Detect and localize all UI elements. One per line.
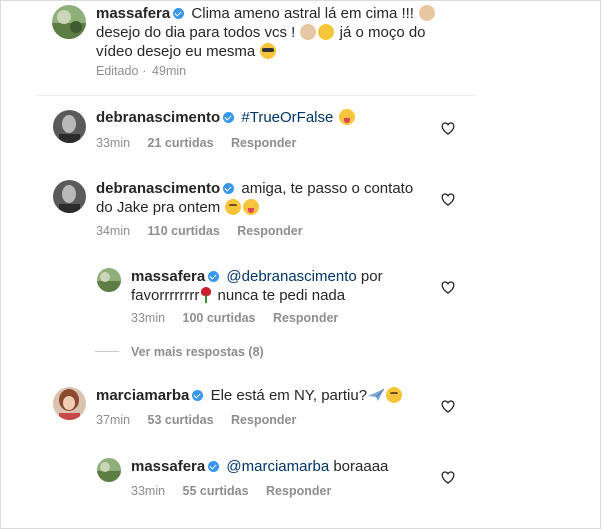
heart-outline-icon[interactable] [441, 281, 455, 294]
comment-username[interactable]: marciamarba [96, 387, 189, 404]
comment-time[interactable]: 33min [131, 484, 165, 498]
caption-line-2a: desejo do dia para todos vcs ! [96, 24, 296, 41]
heart-outline-icon[interactable] [441, 122, 455, 135]
smile-emoji-icon [318, 24, 335, 40]
comment-text-line-1: amiga, te passo o contato [241, 180, 414, 197]
avatar[interactable] [53, 180, 86, 213]
comment-text: Ele está em NY, partiu? [210, 387, 368, 404]
verified-badge-icon [223, 183, 235, 194]
comment-likes[interactable]: 21 curtidas [148, 136, 214, 150]
edited-label: Editado [96, 64, 139, 78]
reply-button[interactable]: Responder [231, 136, 296, 150]
reply-2: massafera @marciamarba boraaaa [131, 457, 431, 476]
comment-3: marciamarba Ele está em NY, partiu? [96, 386, 436, 405]
comment-username[interactable]: debranascimento [96, 180, 220, 197]
avatar[interactable] [53, 110, 86, 143]
comment-username[interactable]: massafera [131, 268, 205, 285]
heart-outline-icon[interactable] [441, 471, 455, 484]
avatar[interactable] [53, 387, 86, 420]
caption-line-1: Clima ameno astral lá em cima !!! [191, 5, 414, 22]
tongue-out-emoji-icon [243, 199, 260, 215]
comment-text-line-2: do Jake pra ontem [96, 199, 221, 216]
avatar[interactable] [97, 458, 121, 482]
comment-2: debranascimento amiga, te passo o contat… [96, 179, 436, 217]
reply-button[interactable]: Responder [273, 311, 338, 325]
avatar[interactable] [97, 268, 121, 292]
view-more-line [95, 351, 119, 352]
comment-1: debranascimento #TrueOrFalse [96, 108, 436, 127]
laughing-emoji-icon [386, 387, 403, 403]
post-caption: massafera Clima ameno astral lá em cima … [96, 4, 456, 61]
comment-likes[interactable]: 53 curtidas [148, 413, 214, 427]
tongue-out-emoji-icon [338, 109, 355, 125]
comment-text-line-2b: nunca te pedi nada [217, 287, 346, 304]
caption-line-2b: já o moço do [339, 24, 426, 41]
mention-link[interactable]: @debranascimento [226, 268, 356, 285]
comment-time[interactable]: 33min [131, 311, 165, 325]
avatar[interactable] [52, 5, 86, 39]
comment-time[interactable]: 37min [96, 413, 130, 427]
comment-meta: 33min 55 curtidas Responder [131, 484, 345, 498]
post-username[interactable]: massafera [96, 5, 170, 22]
screenshot-frame [0, 0, 601, 529]
heart-outline-icon[interactable] [441, 400, 455, 413]
hashtag-link[interactable]: #TrueOrFalse [241, 109, 333, 126]
view-more-label: Ver mais respostas (8) [131, 345, 264, 359]
comment-username[interactable]: debranascimento [96, 109, 220, 126]
comment-time[interactable]: 33min [96, 136, 130, 150]
comment-likes[interactable]: 100 curtidas [183, 311, 256, 325]
fist-emoji-icon [300, 24, 317, 40]
comment-text-line-2a: favorrrrrrrr [131, 287, 200, 304]
verified-badge-icon [192, 390, 204, 401]
sunglasses-emoji-icon [260, 43, 277, 59]
view-more-replies-button[interactable]: Ver mais respostas (8) [95, 345, 264, 359]
comment-text: boraaaa [333, 458, 389, 475]
post-time[interactable]: 49min [152, 64, 186, 78]
post-meta: Editado · 49min [96, 64, 187, 78]
comment-time[interactable]: 34min [96, 224, 130, 238]
comment-text-line-1: por [360, 268, 383, 285]
reply-1: massafera @debranascimento por favorrrrr… [131, 267, 431, 305]
divider [36, 95, 476, 96]
reply-button[interactable]: Responder [266, 484, 331, 498]
verified-badge-icon [173, 8, 185, 19]
verified-badge-icon [223, 112, 235, 123]
comment-likes[interactable]: 110 curtidas [148, 224, 220, 238]
comment-likes[interactable]: 55 curtidas [183, 484, 249, 498]
verified-badge-icon [208, 461, 220, 472]
mention-link[interactable]: @marciamarba [226, 458, 329, 475]
comment-meta: 33min 100 curtidas Responder [131, 311, 352, 325]
comment-meta: 37min 53 curtidas Responder [96, 413, 310, 427]
comment-username[interactable]: massafera [131, 458, 205, 475]
heart-outline-icon[interactable] [441, 193, 455, 206]
comment-meta: 34min 110 curtidas Responder [96, 224, 317, 238]
praying-hands-emoji-icon [419, 5, 436, 21]
reply-button[interactable]: Responder [231, 413, 296, 427]
comment-meta: 33min 21 curtidas Responder [96, 136, 310, 150]
caption-line-3: vídeo desejo eu mesma [96, 43, 256, 60]
rose-emoji-icon [199, 287, 213, 303]
smirk-emoji-icon [225, 199, 242, 215]
reply-button[interactable]: Responder [237, 224, 302, 238]
verified-badge-icon [208, 271, 220, 282]
airplane-emoji-icon [368, 388, 385, 401]
